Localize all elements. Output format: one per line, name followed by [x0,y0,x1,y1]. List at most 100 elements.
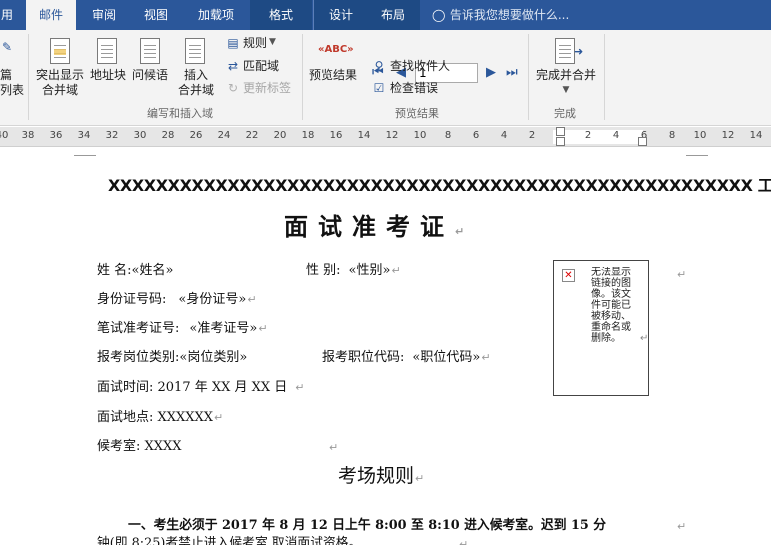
name-row: 姓 名:«姓名» [97,259,173,278]
greeting-line-icon [140,38,160,64]
group-preview-label: 预览结果 [395,107,439,120]
update-labels-label: 更新标签 [243,81,292,95]
group-separator [604,34,605,120]
group-separator [28,34,29,120]
tab-use[interactable]: 用 [0,0,14,30]
next-record-icon[interactable]: ▶ [486,66,496,80]
title-text: 面试准考证 [284,213,454,241]
tab-addins[interactable]: 加载项 [188,0,244,30]
right-indent-marker[interactable] [638,137,647,146]
last-record-icon[interactable]: ⏭ [506,66,518,80]
left-indent-marker[interactable] [556,137,565,146]
gender-label: 性 别: [306,263,341,278]
left-cut-label[interactable]: 篇 [0,68,12,83]
header-text: XXXXXXXXXXXXXXXXXXXXXXXXXXXXXXXXXXXXXXXX… [108,176,771,195]
ruler-number: 34 [77,130,91,141]
ribbon-mailings: ✎ 篇 列表 突出显示 合并域 地址块 问候语 插入 合并域 ▤ 规则 ▼ ⇄ … [0,30,771,126]
paragraph-mark: ↵ [455,225,465,238]
post-type-row: 报考岗位类别:«岗位类别» [97,346,247,365]
paragraph-mark: ↵ [481,351,491,364]
tab-mailings[interactable]: 邮件 [26,0,76,30]
ruler-number: 4 [612,130,620,141]
ruler-number: 22 [245,130,259,141]
ruler-number: 8 [444,130,452,141]
horizontal-ruler[interactable]: 40 38 36 34 32 30 28 26 24 22 20 18 16 1… [0,127,771,147]
tell-me-text: 告诉我您想要做什么... [449,8,570,22]
page-corner-mark [74,155,96,156]
interview-time-text: 面试时间: 2017 年 XX 月 XX 日 [97,380,288,395]
check-errors-label: 检查错误 [390,81,439,95]
rules-title: 考场规则↵ [338,461,424,488]
tab-layout[interactable]: 布局 [372,0,414,30]
ruler-number: 8 [668,130,676,141]
ruler-number: 12 [721,130,735,141]
paragraph-mark: ↵ [677,520,687,533]
ruler-number: 26 [189,130,203,141]
tab-design[interactable]: 设计 [320,0,362,30]
interview-place-text: 面试地点: XXXXXX [97,410,214,425]
check-errors-icon: ☑ [373,81,385,95]
match-fields-label: 匹配域 [243,59,280,73]
post-type-merge-field[interactable]: «岗位类别» [179,350,247,365]
greeting-line-label: 问候语 [131,68,168,82]
group-finish-label: 完成 [554,107,576,120]
id-row: 身份证号码: «身份证号»↵ [97,288,257,307]
highlight-fields-label-2: 合并域 [41,83,78,97]
insert-merge-field-icon [185,38,205,64]
abc-preview-icon: «ABC» [318,44,354,55]
paragraph-mark: ↵ [258,322,268,335]
rules-icon: ▤ [227,36,239,50]
gender-row: 性 别: «性别»↵ [306,259,401,278]
ribbon-tab-bar: 用 邮件 审阅 视图 加载项 格式 设计 布局 ◯ 告诉我您想要做什么... [0,0,771,30]
highlight-fields-icon [50,38,70,64]
ruler-number: 28 [161,130,175,141]
lightbulb-icon: ◯ [432,8,446,22]
ruler-number: 2 [528,130,536,141]
cell-end-mark: ↵ [640,333,649,344]
ruler-number: 2 [584,130,592,141]
first-line-indent-marker[interactable] [556,127,565,136]
paragraph-mark: ↵ [391,264,401,277]
waiting-room-text: 候考室: XXXX [97,439,182,454]
paragraph-mark: ↵ [677,268,687,281]
tab-format[interactable]: 格式 [256,0,306,30]
interview-place-row: 面试地点: XXXXXX↵ [97,406,223,425]
address-block-label: 地址块 [89,68,126,82]
insert-merge-field-label-1: 插入 [183,68,208,82]
ruler-number: 16 [329,130,343,141]
finish-merge-icon [555,38,575,64]
paragraph-mark: ↵ [295,381,305,394]
document-page[interactable]: XXXXXXXXXXXXXXXXXXXXXXXXXXXXXXXXXXXXXXXX… [0,147,771,545]
post-code-row: 报考职位代码: «职位代码»↵ [322,346,491,365]
group-write-insert-label: 编写和插入域 [147,107,213,120]
broken-image-icon: ✕ [562,269,575,282]
tab-review[interactable]: 审阅 [84,0,124,30]
id-merge-field[interactable]: «身份证号» [178,292,246,307]
paragraph-mark: ↵ [329,441,339,454]
chevron-down-icon: ▼ [269,37,276,47]
tell-me-search[interactable]: ◯ 告诉我您想要做什么... [432,0,569,30]
tab-view[interactable]: 视图 [136,0,176,30]
paragraph-mark: ↵ [459,538,469,545]
waiting-room-row: 候考室: XXXX [97,435,182,454]
exam-no-merge-field[interactable]: «准考证号» [189,321,257,336]
photo-frame[interactable]: ✕ 无法显示链接的图像。该文件可能已被移动、重命名或删除。 ↵ [553,260,649,396]
gender-merge-field[interactable]: «性别» [349,263,391,278]
ruler-number: 36 [49,130,63,141]
search-icon: ⚲ [374,59,384,73]
post-type-label: 报考岗位类别: [97,350,180,365]
exam-no-row: 笔试准考证号: «准考证号»↵ [97,317,268,336]
ruler-number: 4 [500,130,508,141]
preview-results-label: 预览结果 [308,68,357,82]
ruler-number: 20 [273,130,287,141]
rule-1-line-1-mark: ↵ [676,515,686,534]
ruler-number: 38 [21,130,35,141]
left-cut-label-list[interactable]: 列表 [0,83,24,98]
ruler-number: 32 [105,130,119,141]
finish-merge-label: 完成并合并 [535,68,596,82]
broken-image-text: 无法显示链接的图像。该文件可能已被移动、重命名或删除。 [591,267,631,344]
match-fields-icon: ⇄ [227,59,239,73]
ruler-number: 10 [413,130,427,141]
post-code-merge-field[interactable]: «职位代码» [412,350,480,365]
name-merge-field[interactable]: «姓名» [132,263,174,278]
